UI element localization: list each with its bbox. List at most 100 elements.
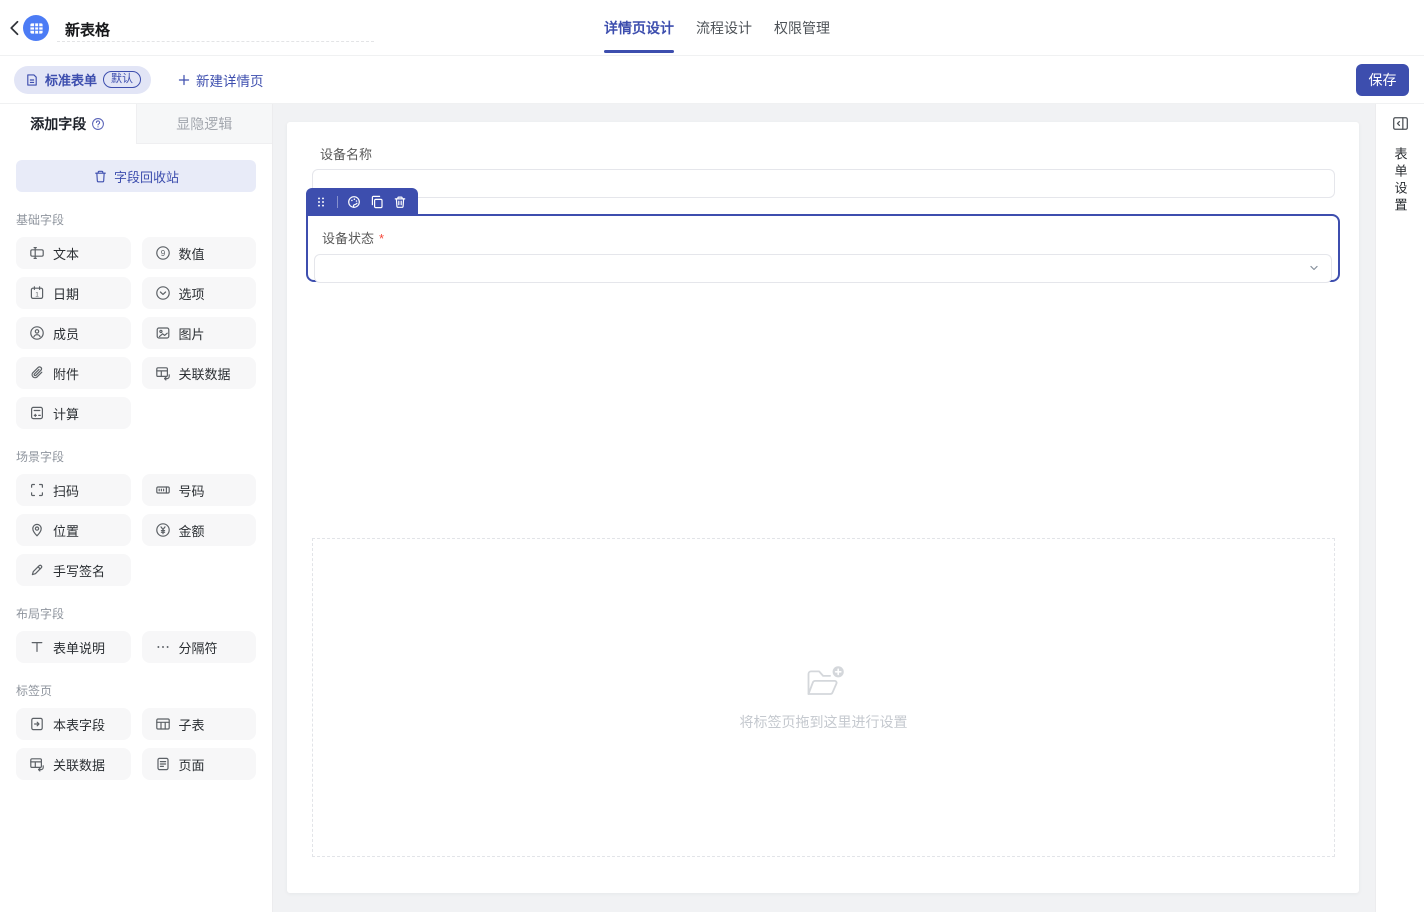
form-field-device-name[interactable]: 设备名称 <box>312 144 1335 198</box>
member-icon <box>29 325 45 341</box>
save-button[interactable]: 保存 <box>1356 64 1409 96</box>
field-item-label: 关联数据 <box>179 364 231 383</box>
field-item-tab-relation-data[interactable]: 关联数据 <box>16 748 131 780</box>
sidebar-section-title: 标签页 <box>16 682 256 699</box>
theme-icon[interactable] <box>347 195 361 209</box>
tab-add-field-label: 添加字段 <box>30 114 86 134</box>
field-item-label: 数值 <box>179 244 205 263</box>
field-item-divider[interactable]: 分隔符 <box>142 631 257 663</box>
trash-icon <box>93 169 108 184</box>
field-item-label: 文本 <box>53 244 79 263</box>
svg-text:1: 1 <box>35 291 39 298</box>
field-item-label: 扫码 <box>53 481 79 500</box>
sidebar-section-title: 场景字段 <box>16 448 256 465</box>
field-sidebar: 添加字段 显隐逻辑 字段回收站 基础字段文本9数值1日期选项成员图片附件关联数据… <box>0 104 273 912</box>
form-type-label: 标准表单 <box>45 70 97 89</box>
plus-icon <box>177 73 191 87</box>
number-icon: 9 <box>155 245 171 261</box>
sidebar-sections: 基础字段文本9数值1日期选项成员图片附件关联数据计算场景字段扫码号码位置金额手写… <box>0 211 272 780</box>
device-status-select[interactable] <box>314 254 1332 283</box>
field-item-amount[interactable]: 金额 <box>142 514 257 546</box>
divider-icon <box>155 639 171 655</box>
form-field-device-status[interactable]: 设备状态 * <box>306 214 1340 282</box>
field-item-label: 关联数据 <box>53 755 105 774</box>
field-item-calculation[interactable]: 计算 <box>16 397 131 429</box>
required-asterisk: * <box>379 231 384 246</box>
field-item-this-table-fields[interactable]: 本表字段 <box>16 708 131 740</box>
tab-permission-management[interactable]: 权限管理 <box>774 0 830 56</box>
svg-text:9: 9 <box>160 249 165 258</box>
chevron-down-icon <box>1307 261 1321 275</box>
scan-icon <box>29 482 45 498</box>
field-item-page[interactable]: 页面 <box>142 748 257 780</box>
field-tile-grid: 文本 9 数值 1 日期 选项成员图片附件 关联数据计算 <box>16 237 256 429</box>
tab-visibility-logic-label: 显隐逻辑 <box>176 114 232 134</box>
app-table-icon <box>23 15 49 41</box>
design-canvas-area: 设备名称 设备状态 * <box>273 104 1375 912</box>
copy-icon[interactable] <box>370 195 384 209</box>
form-text-icon <box>29 639 45 655</box>
sidebar-section-title: 基础字段 <box>16 211 256 228</box>
attachment-icon <box>29 365 45 381</box>
field-tile-grid: 表单说明 分隔符 <box>16 631 256 663</box>
help-icon[interactable] <box>91 117 105 131</box>
form-settings-strip: 表单设置 <box>1375 104 1424 912</box>
tab-process-design[interactable]: 流程设计 <box>696 0 752 56</box>
sidebar-tabs: 添加字段 显隐逻辑 <box>0 104 272 144</box>
new-detail-page-label: 新建详情页 <box>196 70 264 90</box>
device-name-input[interactable] <box>312 169 1335 198</box>
document-icon <box>25 73 39 87</box>
tab-detail-page-design[interactable]: 详情页设计 <box>604 0 674 56</box>
field-item-label: 本表字段 <box>53 715 105 734</box>
field-item-label: 表单说明 <box>53 638 105 657</box>
field-item-scan[interactable]: 扫码 <box>16 474 131 506</box>
delete-icon[interactable] <box>393 195 407 209</box>
sidebar-section-title: 布局字段 <box>16 605 256 622</box>
new-detail-page-button[interactable]: 新建详情页 <box>177 70 264 90</box>
field-label: 设备名称 <box>320 144 1335 163</box>
field-item-signature[interactable]: 手写签名 <box>16 554 131 586</box>
folder-plus-icon <box>802 664 846 700</box>
form-canvas[interactable]: 设备名称 设备状态 * <box>287 122 1359 893</box>
text-icon <box>29 245 45 261</box>
field-item-label: 子表 <box>179 715 205 734</box>
amount-icon <box>155 522 171 538</box>
field-item-date[interactable]: 1 日期 <box>16 277 131 309</box>
tab-visibility-logic[interactable]: 显隐逻辑 <box>136 104 273 144</box>
default-badge: 默认 <box>103 71 141 88</box>
field-item-label: 附件 <box>53 364 79 383</box>
field-item-form-description[interactable]: 表单说明 <box>16 631 131 663</box>
tab-add-field[interactable]: 添加字段 <box>0 104 136 144</box>
signature-icon <box>29 562 45 578</box>
field-item-label: 计算 <box>53 404 79 423</box>
field-item-subtable[interactable]: 子表 <box>142 708 257 740</box>
field-item-number[interactable]: 9 数值 <box>142 237 257 269</box>
field-item-label: 金额 <box>179 521 205 540</box>
phone-number-icon <box>155 482 171 498</box>
field-item-attachment[interactable]: 附件 <box>16 357 131 389</box>
drag-handle-icon[interactable] <box>314 195 328 209</box>
field-item-phone-number[interactable]: 号码 <box>142 474 257 506</box>
tab-page-dropzone[interactable]: 将标签页拖到这里进行设置 <box>312 538 1335 857</box>
field-item-label: 号码 <box>179 481 205 500</box>
field-item-label: 位置 <box>53 521 79 540</box>
header-tabs: 详情页设计 流程设计 权限管理 <box>604 0 830 56</box>
field-item-label: 日期 <box>53 284 79 303</box>
field-item-image[interactable]: 图片 <box>142 317 257 349</box>
image-icon <box>155 325 171 341</box>
relation-icon <box>155 365 171 381</box>
page-title[interactable]: 新表格 <box>65 19 110 40</box>
form-settings-button[interactable]: 表单设置 <box>1391 147 1410 215</box>
field-item-select[interactable]: 选项 <box>142 277 257 309</box>
field-item-relation-data[interactable]: 关联数据 <box>142 357 257 389</box>
panel-collapse-icon[interactable] <box>1392 115 1409 132</box>
back-icon[interactable] <box>5 18 25 38</box>
field-recycle-bin-button[interactable]: 字段回收站 <box>16 160 256 192</box>
field-item-location[interactable]: 位置 <box>16 514 131 546</box>
this-table-icon <box>29 716 45 732</box>
field-item-member[interactable]: 成员 <box>16 317 131 349</box>
field-item-text[interactable]: 文本 <box>16 237 131 269</box>
field-label: 设备状态 <box>322 231 374 246</box>
field-recycle-bin-label: 字段回收站 <box>114 167 179 186</box>
form-type-pill[interactable]: 标准表单 默认 <box>14 66 151 94</box>
